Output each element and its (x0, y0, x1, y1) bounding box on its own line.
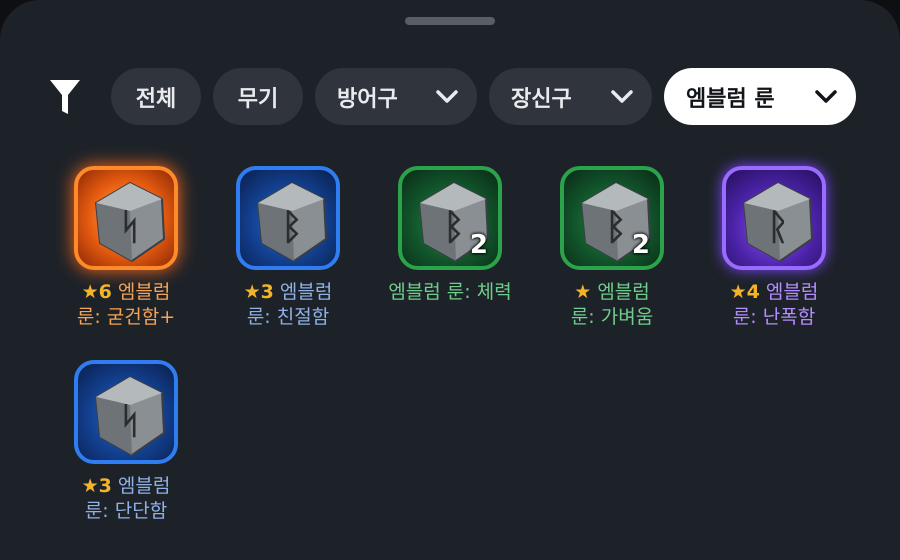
chip-accessory-label: 장신구 (511, 86, 572, 112)
chip-armor-dropdown[interactable]: 방어구 (315, 68, 477, 125)
item-name-line1: 엠블럼 (765, 281, 819, 303)
rune-glyph: ᛋ (119, 401, 141, 442)
item-count-badge: 2 (469, 230, 488, 260)
rune-item-icon-tile[interactable]: ᛒ (236, 166, 340, 270)
rune-glyph: ᚱ (767, 207, 789, 248)
chip-armor-label: 방어구 (337, 86, 398, 112)
rune-item-name: ★6 엠블럼룬: 굳건함+ (56, 280, 196, 330)
rune-item-icon-tile[interactable]: ᛋ (74, 360, 178, 464)
chip-all-label: 전체 (135, 86, 177, 112)
item-name-line1: 엠블럼 (117, 281, 171, 303)
item-name-line1: 엠블럼 (279, 281, 333, 303)
chip-emblem-rune-label: 엠블럼 룬 (686, 86, 775, 112)
rune-glyph: ᛒ (281, 207, 303, 248)
chevron-down-icon (815, 90, 837, 103)
chip-emblem-rune-dropdown[interactable]: 엠블럼 룬 (664, 68, 856, 125)
rune-glyph: ᛒ (443, 207, 465, 248)
star-rating: ★4 (729, 281, 760, 303)
item-name-line2: 룬: 친절함 (246, 306, 330, 328)
rune-stone-icon: ᛒ (256, 181, 328, 263)
rune-item-icon-tile[interactable]: ᛒ2 (560, 166, 664, 270)
rune-item-icon-tile[interactable]: ᚱ (722, 166, 826, 270)
star-rating: ★3 (81, 475, 112, 497)
rune-item-name: ★ 엠블럼룬: 가벼움 (542, 280, 682, 330)
star-rating: ★ (574, 281, 592, 303)
rune-item-name: ★4 엠블럼룬: 난폭함 (704, 280, 844, 330)
rune-stone-icon: ᛋ (94, 181, 166, 263)
star-rating: ★6 (81, 281, 112, 303)
rune-item-icon-tile[interactable]: ᛋ (74, 166, 178, 270)
item-name-line1: 엠블럼 (597, 281, 650, 303)
rune-stone-icon: ᚱ (742, 181, 814, 263)
rune-glyph: ᛋ (119, 207, 141, 248)
item-name-line2: 룬: 난폭함 (732, 306, 816, 328)
star-rating: ★3 (243, 281, 274, 303)
rune-stone-icon: ᛋ (94, 375, 166, 457)
sheet-drag-handle[interactable] (405, 17, 495, 25)
item-name-line1: 엠블럼 룬: 체력 (388, 281, 512, 303)
chevron-down-icon (611, 90, 633, 103)
item-name-line2: 룬: 굳건함+ (76, 306, 176, 328)
rune-item-name: 엠블럼 룬: 체력 (380, 280, 520, 305)
rune-item-name: ★3 엠블럼룬: 단단함 (56, 474, 196, 524)
rune-item-name: ★3 엠블럼룬: 친절함 (218, 280, 358, 330)
chip-weapon[interactable]: 무기 (213, 68, 303, 125)
item-name-line1: 엠블럼 (117, 475, 171, 497)
rune-item-icon-tile[interactable]: ᛒ2 (398, 166, 502, 270)
item-name-line2: 룬: 단단함 (84, 500, 168, 522)
chevron-down-icon (436, 90, 458, 103)
rune-glyph: ᛒ (605, 207, 627, 248)
filter-icon[interactable] (49, 79, 81, 115)
chip-all[interactable]: 전체 (111, 68, 201, 125)
item-name-line2: 룬: 가벼움 (570, 306, 654, 328)
bottom-sheet: 전체 무기 방어구 장신구 엠블럼 룬 ᛋ ★6 엠블럼 룬: 굳건함+ ᛒ ★3 엠블… (0, 0, 900, 560)
chip-weapon-label: 무기 (237, 86, 279, 112)
item-count-badge: 2 (631, 230, 650, 260)
chip-accessory-dropdown[interactable]: 장신구 (489, 68, 652, 125)
